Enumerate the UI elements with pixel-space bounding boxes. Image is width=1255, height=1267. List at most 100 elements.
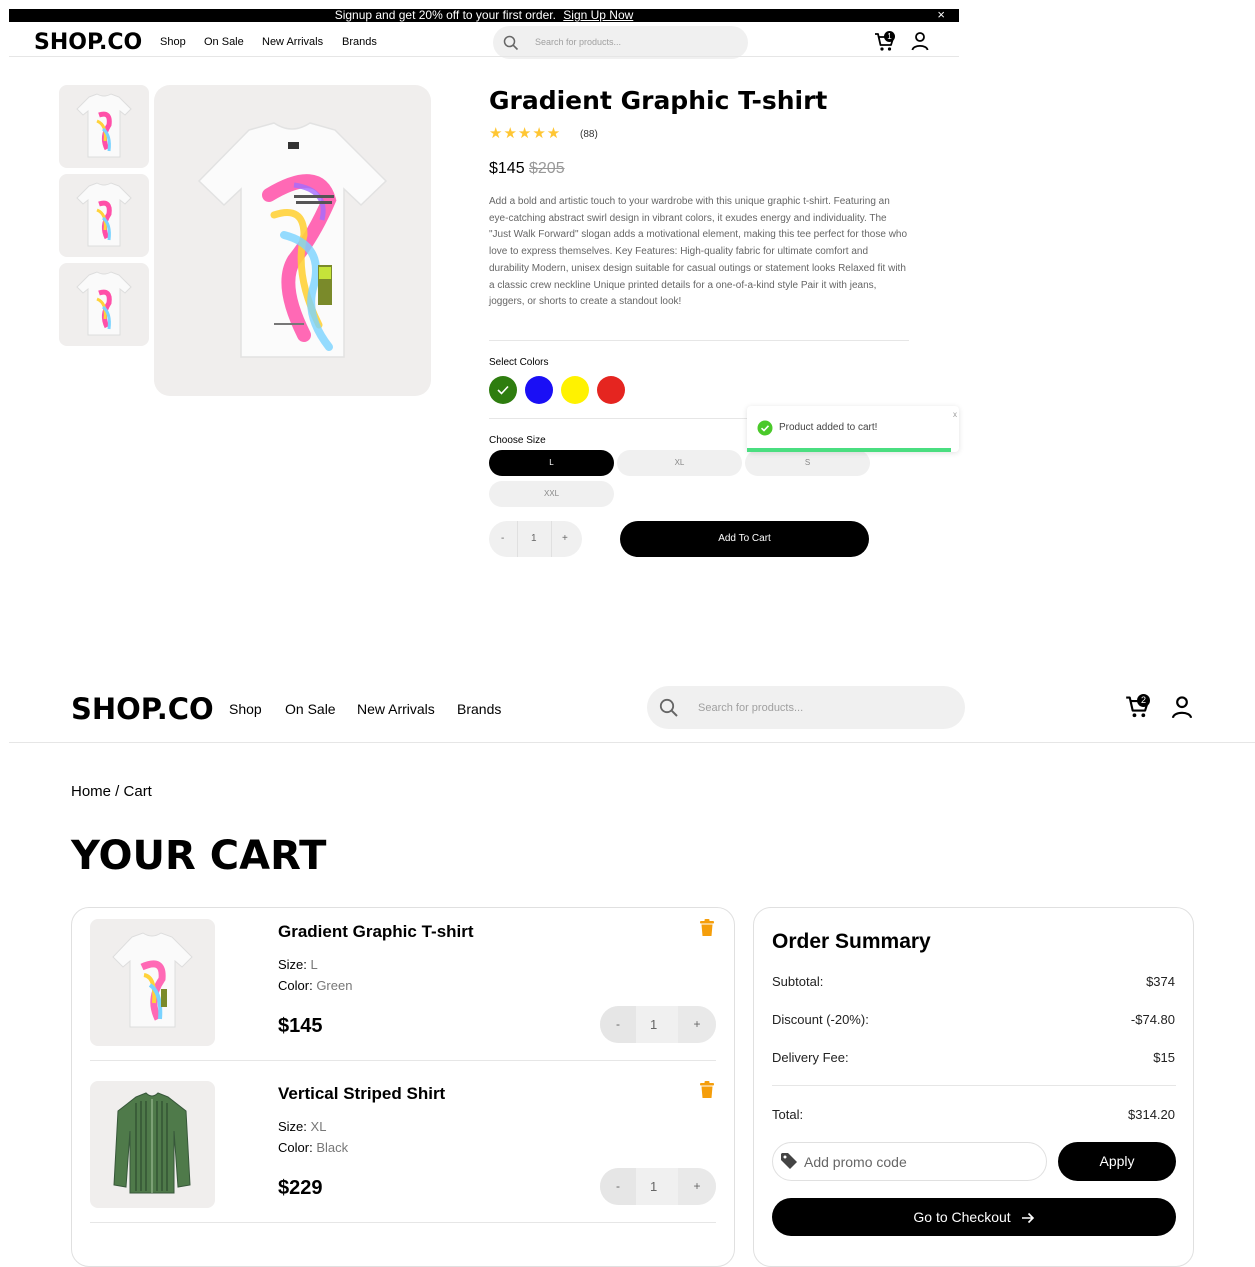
apply-button[interactable]: Apply [1058, 1142, 1176, 1181]
nav-new-arrivals[interactable]: New Arrivals [262, 36, 323, 48]
promo-code-field[interactable]: Add promo code [772, 1142, 1047, 1181]
divider [90, 1060, 716, 1061]
signup-link[interactable]: Sign Up Now [563, 9, 633, 22]
thumbnail-3[interactable] [59, 263, 149, 346]
checkout-button[interactable]: Go to Checkout [772, 1198, 1176, 1236]
search-bar[interactable]: Search for products... [493, 26, 748, 59]
user-icon[interactable] [1171, 695, 1193, 724]
order-summary-title: Order Summary [772, 930, 931, 953]
search-icon [659, 698, 678, 717]
user-icon[interactable] [911, 31, 929, 56]
divider [772, 1085, 1176, 1086]
total-label: Total: [772, 1107, 804, 1122]
size-value: XL [310, 1119, 327, 1134]
delivery-fee-label: Delivery Fee: [772, 1050, 849, 1065]
size-button-xl[interactable]: XL [617, 450, 742, 476]
tshirt-thumbnail-image [76, 93, 132, 158]
size-button-s[interactable]: S [745, 450, 870, 476]
thumbnail-2[interactable] [59, 174, 149, 257]
tshirt-thumbnail-image [76, 182, 132, 247]
tshirt-image [197, 122, 388, 358]
tag-icon [781, 1153, 797, 1169]
header-divider [9, 742, 1255, 743]
nav-brands[interactable]: Brands [342, 36, 377, 48]
logo[interactable]: SHOP.CO [34, 30, 142, 55]
nav-shop[interactable]: Shop [229, 701, 262, 717]
color-swatch-red[interactable] [597, 376, 625, 404]
qty-value: 1 [650, 1017, 658, 1032]
discount-label: Discount (-20%): [772, 1012, 869, 1027]
product-description: Add a bold and artistic touch to your wa… [489, 196, 908, 308]
nav-new-arrivals[interactable]: New Arrivals [357, 701, 435, 717]
nav-on-sale[interactable]: On Sale [285, 701, 336, 717]
trash-icon[interactable] [699, 919, 715, 937]
check-icon [497, 385, 509, 395]
color-swatch-yellow[interactable] [561, 376, 589, 404]
tshirt-thumbnail-image [76, 271, 132, 336]
nav-on-sale[interactable]: On Sale [204, 36, 244, 48]
promo-code-input[interactable]: Add promo code [804, 1154, 907, 1170]
delivery-fee-value: $15 [1153, 1050, 1175, 1065]
size-value: L [310, 957, 318, 972]
cart-item-size: Size: XL [278, 1119, 326, 1134]
cart-icon[interactable]: 1 [874, 31, 898, 53]
breadcrumb[interactable]: Home / Cart [71, 783, 152, 800]
tshirt-image [112, 932, 193, 1028]
cart-item-color: Color: Black [278, 1140, 348, 1155]
total-value: $314.20 [1128, 1107, 1175, 1122]
size-label: Size: [278, 1119, 307, 1134]
qty-minus-button[interactable]: - [501, 533, 504, 544]
close-icon[interactable]: × [937, 9, 945, 21]
qty-minus-button[interactable]: - [600, 1168, 636, 1205]
search-icon [503, 35, 519, 51]
color-swatch-green[interactable] [489, 376, 517, 404]
nav-brands[interactable]: Brands [457, 701, 501, 717]
search-bar[interactable]: Search for products... [647, 686, 965, 729]
choose-size-label: Choose Size [489, 435, 546, 446]
main-product-image [154, 85, 431, 396]
color-swatch-blue[interactable] [525, 376, 553, 404]
add-to-cart-button[interactable]: Add To Cart [620, 521, 869, 557]
header-divider [9, 56, 959, 57]
thumbnail-1[interactable] [59, 85, 149, 168]
subtotal-value: $374 [1146, 974, 1175, 989]
cart-item-image [90, 1081, 215, 1208]
qty-minus-button[interactable]: - [600, 1006, 636, 1043]
color-value: Green [316, 978, 353, 993]
color-label: Color: [278, 978, 313, 993]
search-input[interactable]: Search for products... [535, 37, 621, 47]
product-title: Gradient Graphic T-shirt [489, 86, 828, 115]
divider [489, 340, 909, 341]
select-colors-label: Select Colors [489, 357, 549, 368]
qty-plus-button[interactable]: + [678, 1168, 716, 1205]
checkout-label: Go to Checkout [913, 1209, 1011, 1225]
size-button-xxl[interactable]: XXL [489, 481, 614, 507]
product-old-price: $205 [529, 160, 565, 177]
cart-icon[interactable]: 2 [1125, 694, 1153, 720]
quantity-stepper: - 1 + [600, 1168, 716, 1205]
announcement-bar: Signup and get 20% off to your first ord… [9, 9, 959, 22]
toast-progress-bar [747, 448, 951, 452]
cart-item-price: $229 [278, 1177, 323, 1199]
qty-plus-button[interactable]: + [562, 533, 568, 544]
cart-badge: 2 [1137, 694, 1150, 707]
product-price: $145 [489, 160, 525, 177]
divider [90, 1222, 716, 1223]
cart-item-image [90, 919, 215, 1046]
qty-value: 1 [531, 533, 537, 544]
arrow-right-icon [1021, 1213, 1034, 1224]
size-label: Size: [278, 957, 307, 972]
nav-shop[interactable]: Shop [160, 36, 186, 48]
qty-plus-button[interactable]: + [678, 1006, 716, 1043]
toast-close-icon[interactable]: x [953, 410, 957, 419]
cart-item-name[interactable]: Gradient Graphic T-shirt [278, 922, 474, 942]
search-input[interactable]: Search for products... [698, 702, 803, 714]
subtotal-label: Subtotal: [772, 974, 824, 989]
toast-message: Product added to cart! [779, 422, 878, 433]
size-button-l[interactable]: L [489, 450, 614, 476]
discount-value: -$74.80 [1130, 1012, 1175, 1027]
logo[interactable]: SHOP.CO [71, 692, 214, 726]
cart-item-size: Size: L [278, 957, 318, 972]
trash-icon[interactable] [699, 1081, 715, 1099]
cart-item-name[interactable]: Vertical Striped Shirt [278, 1084, 445, 1104]
